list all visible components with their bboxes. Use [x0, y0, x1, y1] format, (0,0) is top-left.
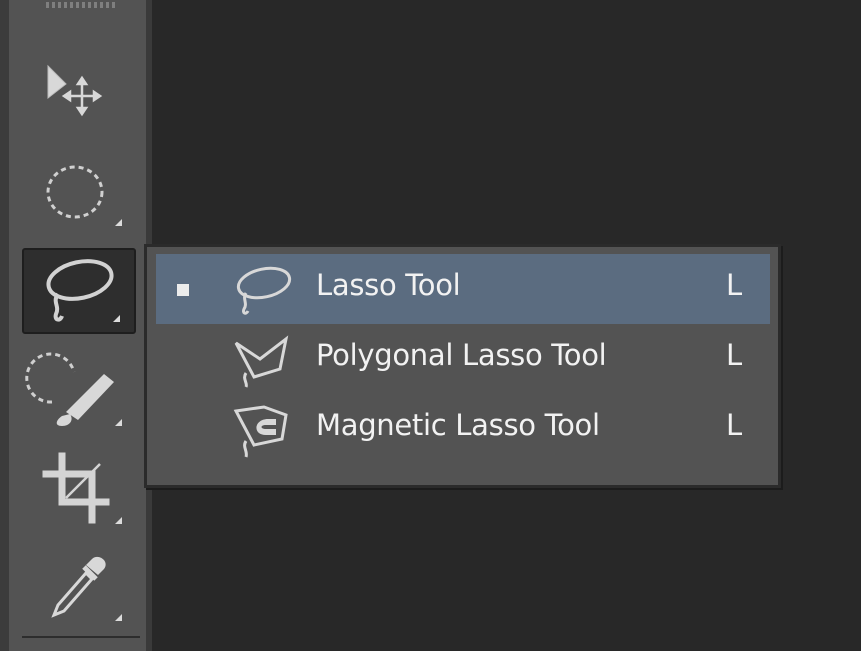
menu-item-magnetic-lasso-tool[interactable]: Magnetic Lasso Tool L [156, 394, 770, 464]
flyout-indicator-icon [115, 219, 122, 226]
crop-tool-button[interactable] [22, 448, 136, 534]
panel-grip-handle[interactable] [46, 2, 118, 8]
menu-item-polygonal-lasso-tool[interactable]: Polygonal Lasso Tool L [156, 324, 770, 394]
menu-item-label: Polygonal Lasso Tool [316, 338, 607, 372]
tools-panel [0, 0, 152, 651]
lasso-flyout-menu: Lasso Tool L Polygonal Lasso Tool L Magn… [144, 244, 781, 488]
photoshop-workspace: Lasso Tool L Polygonal Lasso Tool L Magn… [0, 0, 861, 651]
move-tool-button[interactable] [22, 52, 136, 138]
magnetic-lasso-icon [233, 405, 288, 458]
menu-item-label: Lasso Tool [316, 268, 461, 302]
move-icon [47, 64, 103, 117]
flyout-indicator-icon [113, 315, 120, 322]
menu-item-label: Magnetic Lasso Tool [316, 408, 600, 442]
menu-item-lasso-tool[interactable]: Lasso Tool L [156, 254, 770, 324]
quick-selection-tool-button[interactable] [22, 350, 136, 436]
lasso-tool-button[interactable] [22, 248, 136, 334]
marquee-tool-button[interactable] [22, 150, 136, 236]
checked-indicator-icon [177, 284, 189, 296]
menu-item-shortcut: L [726, 338, 743, 372]
menu-item-shortcut: L [726, 408, 743, 442]
panel-edge [0, 0, 9, 651]
flyout-indicator-icon [115, 419, 122, 426]
polygonal-lasso-icon [234, 335, 289, 388]
lasso-icon [236, 266, 292, 315]
menu-item-shortcut: L [726, 268, 743, 302]
flyout-indicator-icon [115, 614, 122, 621]
eyedropper-tool-button[interactable] [22, 545, 136, 631]
panel-divider [22, 636, 140, 638]
flyout-indicator-icon [115, 517, 122, 524]
